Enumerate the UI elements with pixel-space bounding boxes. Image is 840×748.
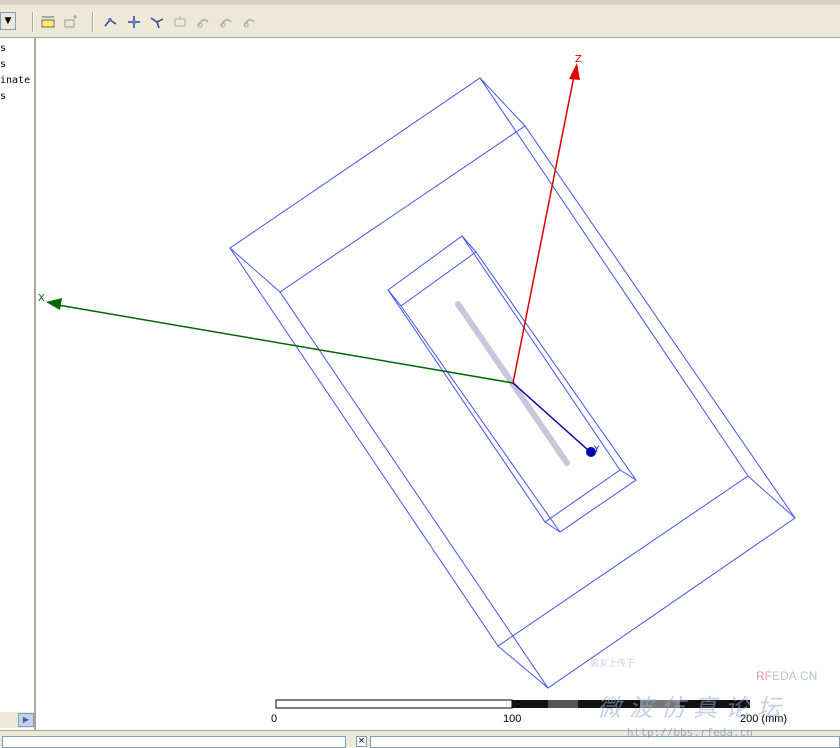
toolbar-top-strip (0, 0, 840, 5)
tree-horizontal-scrollbar[interactable]: ▶ (0, 712, 34, 728)
watermark-brand-rf: RF (756, 669, 772, 683)
watermark-chinese-text: 微波仿真论坛 (597, 694, 789, 722)
tree-item[interactable]: s (0, 91, 6, 103)
3d-viewport[interactable]: X Z Y (37, 38, 840, 730)
scroll-right-arrow-icon[interactable]: ▶ (18, 713, 34, 727)
tree-item[interactable]: s (0, 43, 6, 55)
pan-icon[interactable] (124, 12, 144, 32)
z-axis (512, 63, 580, 384)
z-axis-label: Z (575, 54, 582, 65)
view-1-icon[interactable] (193, 12, 213, 32)
x-axis (46, 298, 514, 384)
rotate-icon[interactable] (101, 12, 121, 32)
view-3-icon[interactable] (239, 12, 259, 32)
fit-selection-icon[interactable] (60, 12, 80, 32)
watermark-brand: RFEDA.CN (756, 669, 817, 683)
tree-item[interactable]: s (0, 59, 6, 71)
message-pane[interactable] (2, 736, 346, 748)
toolbar-separator (32, 12, 34, 32)
progress-pane[interactable] (370, 736, 840, 748)
scale-label-100: 100 (503, 713, 522, 725)
tree-item[interactable]: inate (0, 75, 30, 87)
scale-label-0: 0 (271, 713, 278, 725)
view-2-icon[interactable] (216, 12, 236, 32)
toolbar-separator (92, 12, 94, 32)
watermark-url: http://bbs.rfeda.cn (627, 726, 753, 739)
project-tree-panel: s s inate s (0, 38, 36, 730)
dropdown-arrow-button[interactable]: ▼ (0, 12, 16, 30)
toolbar: ▼ (0, 0, 840, 38)
orient-icon[interactable] (170, 12, 190, 32)
watermark-brand-rest: EDA.CN (772, 669, 818, 683)
y-axis-label: Y (593, 445, 600, 455)
fit-all-icon[interactable] (38, 12, 58, 32)
watermark-upload-text: 鹏友上传于 (590, 659, 636, 669)
zoom-icon[interactable] (147, 12, 167, 32)
x-axis-label: X (38, 293, 45, 304)
close-icon[interactable]: × (356, 736, 367, 747)
